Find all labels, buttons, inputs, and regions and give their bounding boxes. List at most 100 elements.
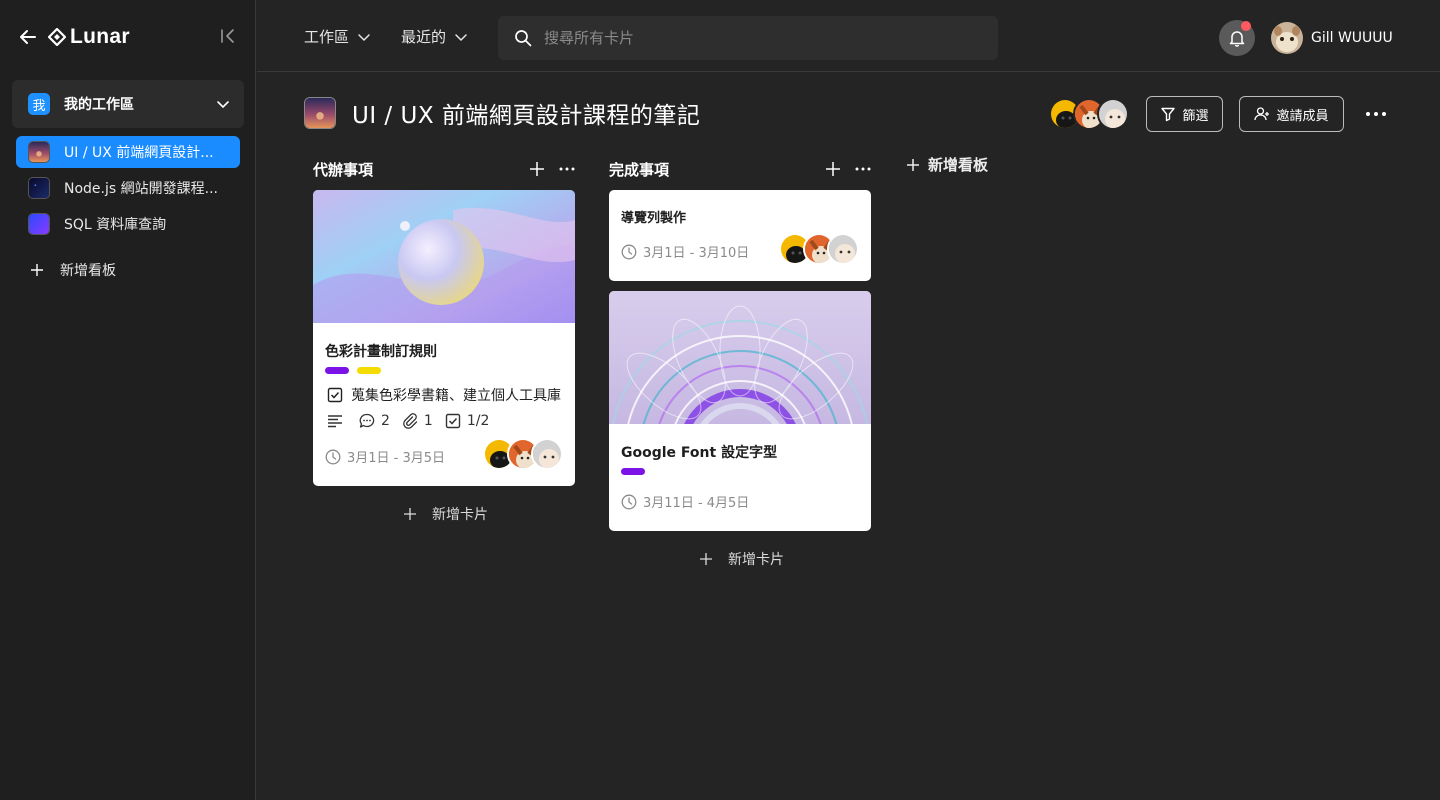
user-avatar (1271, 22, 1303, 54)
lunar-logo-icon (48, 28, 66, 46)
add-card-button[interactable]: 新增卡片 (700, 549, 784, 569)
board-members[interactable] (1049, 98, 1129, 130)
sidebar-item-uiux-board[interactable]: UI / UX 前端網頁設計... (16, 136, 240, 168)
checklist-icon (445, 413, 461, 429)
filter-button[interactable]: 篩選 (1146, 96, 1223, 132)
back-arrow-icon[interactable] (18, 27, 38, 47)
add-card-plus-icon[interactable] (529, 161, 545, 177)
chevron-down-icon (216, 97, 230, 111)
sidebar-item-nodejs-board[interactable]: Node.js 網站開發課程... (16, 172, 240, 204)
card-title: 色彩計畫制訂規則 (325, 344, 437, 360)
user-menu[interactable]: Gill WUUUU (1271, 22, 1393, 54)
attachment-count: 1 (423, 413, 433, 429)
sidebar: Lunar 我 我的工作區 UI / UX 前端網頁設計... Node.js … (0, 0, 256, 800)
add-user-icon (1254, 106, 1270, 122)
card-meta: 2 1 1/2 (327, 413, 489, 429)
search-bar (498, 16, 998, 60)
list-more-icon[interactable] (855, 161, 871, 177)
chevron-down-icon (454, 30, 468, 44)
board-title: UI / UX 前端網頁設計課程的筆記 (352, 103, 701, 129)
card-title: 導覽列製作 (621, 211, 687, 226)
add-card-button[interactable]: 新增卡片 (404, 504, 488, 524)
add-card-label: 新增卡片 (728, 552, 784, 568)
checklist-progress: 1/2 (466, 413, 490, 429)
card-tags (325, 367, 389, 374)
workspace-label: 我的工作區 (64, 97, 134, 113)
clock-icon (325, 449, 341, 465)
comment-count: 2 (381, 413, 390, 429)
user-name: Gill WUUUU (1311, 30, 1393, 46)
card-members[interactable] (483, 438, 563, 470)
invite-member-button[interactable]: 邀請成員 (1239, 96, 1344, 132)
list-title: 代辦事項 (313, 160, 374, 179)
card-cover-image (313, 190, 575, 323)
list-more-icon[interactable] (559, 161, 575, 177)
collapse-sidebar-icon[interactable] (219, 27, 237, 45)
search-icon (514, 29, 532, 47)
tag-purple[interactable] (621, 468, 645, 475)
board-thumbnail-icon (28, 141, 50, 163)
sidebar-item-sql-board[interactable]: SQL 資料庫查詢 (16, 208, 240, 240)
notification-dot (1241, 21, 1251, 31)
workspace-select[interactable]: 我 我的工作區 (12, 80, 244, 128)
recent-menu-label: 最近的 (401, 28, 447, 46)
plus-icon (404, 508, 416, 520)
clock-icon (621, 494, 637, 510)
card[interactable]: Google Font 設定字型 3月11日 - 4月5日 (609, 291, 871, 531)
recent-menu[interactable]: 最近的 (401, 26, 468, 47)
member-avatar (1097, 98, 1129, 130)
app-name: Lunar (70, 25, 130, 48)
add-list-button[interactable]: 新增看板 (906, 154, 988, 175)
sidebar-item-label: UI / UX 前端網頁設計... (64, 145, 214, 161)
clock-icon (621, 244, 637, 260)
checkbox-checked-icon (327, 387, 343, 403)
search-input[interactable] (544, 29, 964, 47)
card-members[interactable] (779, 233, 859, 265)
workspace-badge: 我 (28, 93, 50, 115)
card-title: Google Font 設定字型 (621, 445, 778, 461)
tag-yellow[interactable] (357, 367, 381, 374)
attachment-icon (402, 413, 418, 429)
sidebar-item-label: SQL 資料庫查詢 (64, 217, 167, 233)
brand: Lunar (18, 24, 130, 50)
card[interactable]: 導覽列製作 3月1日 - 3月10日 (609, 190, 871, 281)
chevron-down-icon (357, 30, 371, 44)
card-date-label: 3月1日 - 3月10日 (643, 246, 750, 261)
list-header: 代辦事項 (313, 158, 575, 180)
tag-purple[interactable] (325, 367, 349, 374)
list-header: 完成事項 (609, 158, 871, 180)
checklist-item[interactable]: 蒐集色彩學書籍、建立個人工具庫 (327, 385, 561, 405)
more-options-icon[interactable] (1364, 104, 1388, 124)
filter-label: 篩選 (1182, 107, 1209, 123)
plus-icon (700, 553, 712, 565)
card-cover-image (609, 291, 871, 424)
member-avatar (827, 233, 859, 265)
card-tags (621, 468, 653, 475)
card-date-label: 3月11日 - 4月5日 (643, 496, 750, 511)
invite-label: 邀請成員 (1276, 107, 1329, 123)
list-title: 完成事項 (609, 160, 670, 179)
workspace-menu[interactable]: 工作區 (304, 26, 371, 47)
checklist-item-label: 蒐集色彩學書籍、建立個人工具庫 (351, 388, 561, 404)
card-due-date: 3月1日 - 3月10日 (621, 242, 749, 261)
topbar: 工作區 最近的 Gill WUUUU (257, 0, 1440, 72)
plus-icon (30, 263, 44, 277)
board-header: UI / UX 前端網頁設計課程的筆記 (304, 96, 700, 130)
card-due-date: 3月1日 - 3月5日 (325, 447, 445, 466)
bell-icon (1229, 31, 1245, 47)
board-thumbnail-icon (28, 213, 50, 235)
card-due-date: 3月11日 - 4月5日 (621, 492, 749, 511)
card-date-label: 3月1日 - 3月5日 (347, 451, 446, 466)
plus-icon (906, 158, 920, 172)
member-avatar (531, 438, 563, 470)
description-icon (327, 413, 343, 429)
add-card-plus-icon[interactable] (825, 161, 841, 177)
board-thumbnail-icon (28, 177, 50, 199)
notification-button[interactable] (1219, 20, 1255, 56)
sidebar-item-label: Node.js 網站開發課程... (64, 181, 218, 197)
add-list-label: 新增看板 (928, 156, 989, 174)
card[interactable]: 色彩計畫制訂規則 蒐集色彩學書籍、建立個人工具庫 2 1 1/2 3月1日 - … (313, 190, 575, 486)
filter-icon (1160, 106, 1176, 122)
add-board-button[interactable]: 新增看板 (30, 260, 116, 280)
add-card-label: 新增卡片 (432, 507, 488, 523)
